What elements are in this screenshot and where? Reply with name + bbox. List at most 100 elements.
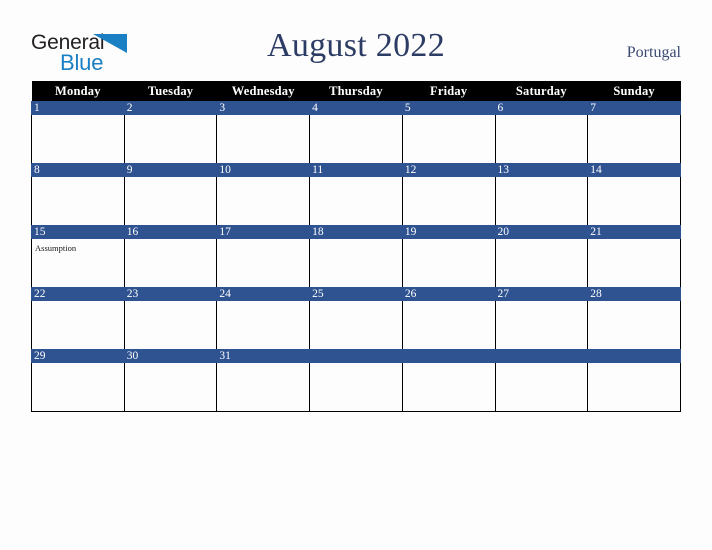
- calendar-day-cell[interactable]: 24: [216, 287, 311, 349]
- calendar-day-cell[interactable]: 15 Assumption: [31, 225, 125, 287]
- calendar-day-cell[interactable]: 20: [494, 225, 589, 287]
- day-number: [587, 349, 681, 363]
- day-number: 11: [309, 163, 403, 177]
- day-event-list: [496, 177, 588, 181]
- day-number: 8: [31, 163, 125, 177]
- day-event-list: [310, 177, 402, 181]
- day-number: 17: [216, 225, 311, 239]
- calendar-day-cell[interactable]: 19: [401, 225, 496, 287]
- calendar-day-cell[interactable]: 25: [309, 287, 403, 349]
- day-number: 31: [216, 349, 311, 363]
- day-event-list: [217, 363, 309, 367]
- calendar-day-cell[interactable]: 27: [494, 287, 589, 349]
- calendar-day-cell[interactable]: 16: [123, 225, 218, 287]
- day-event-list: [403, 301, 495, 305]
- calendar-day-cell[interactable]: 21: [587, 225, 681, 287]
- day-event-list: [32, 301, 124, 305]
- day-event-list: [32, 363, 124, 367]
- calendar-day-cell[interactable]: 31: [216, 349, 311, 412]
- calendar-empty-cell[interactable]: [401, 349, 496, 412]
- calendar-empty-cell[interactable]: [587, 349, 681, 412]
- weekday-header-wednesday: Wednesday: [216, 81, 310, 101]
- day-event-list: [496, 301, 588, 305]
- day-event-list: [310, 115, 402, 119]
- day-number: 16: [123, 225, 218, 239]
- day-number: 30: [123, 349, 218, 363]
- day-number: 12: [401, 163, 496, 177]
- weekday-header-sunday: Sunday: [587, 81, 681, 101]
- calendar-day-cell[interactable]: 1: [31, 101, 125, 163]
- day-number: 10: [216, 163, 311, 177]
- country-label: Portugal: [626, 44, 681, 61]
- calendar-day-cell[interactable]: 29: [31, 349, 125, 412]
- day-event-list: [496, 239, 588, 243]
- day-event-list: [125, 301, 217, 305]
- calendar-day-cell[interactable]: 4: [309, 101, 403, 163]
- day-event-list: Assumption: [32, 239, 124, 253]
- weekday-header-monday: Monday: [31, 81, 125, 101]
- calendar-day-cell[interactable]: 7: [587, 101, 681, 163]
- calendar-day-cell[interactable]: 11: [309, 163, 403, 225]
- day-number: 20: [494, 225, 589, 239]
- day-event-list: [588, 239, 680, 243]
- weekday-header-thursday: Thursday: [309, 81, 403, 101]
- calendar-day-cell[interactable]: 23: [123, 287, 218, 349]
- calendar-week-row: 29 30 31: [31, 349, 681, 412]
- weekday-header-friday: Friday: [402, 81, 496, 101]
- day-event-list: [403, 239, 495, 243]
- calendar-day-cell[interactable]: 13: [494, 163, 589, 225]
- calendar-day-cell[interactable]: 5: [401, 101, 496, 163]
- calendar-day-cell[interactable]: 10: [216, 163, 311, 225]
- weekday-header-tuesday: Tuesday: [124, 81, 217, 101]
- calendar-day-cell[interactable]: 26: [401, 287, 496, 349]
- day-event-list: [588, 363, 680, 367]
- calendar-day-cell[interactable]: 17: [216, 225, 311, 287]
- day-event-list: [32, 177, 124, 181]
- calendar-day-cell[interactable]: 14: [587, 163, 681, 225]
- day-number: [494, 349, 589, 363]
- day-number: 15: [31, 225, 125, 239]
- day-number: 22: [31, 287, 125, 301]
- day-number: [401, 349, 496, 363]
- calendar-day-cell[interactable]: 12: [401, 163, 496, 225]
- day-number: 7: [587, 101, 681, 115]
- day-event-list: [310, 363, 402, 367]
- calendar-day-cell[interactable]: 8: [31, 163, 125, 225]
- day-event-list: [217, 177, 309, 181]
- page-title: August 2022: [266, 27, 446, 64]
- day-event-list: [32, 115, 124, 119]
- calendar-week-row: 1234567: [31, 101, 681, 163]
- day-number: 29: [31, 349, 125, 363]
- calendar-empty-cell[interactable]: [494, 349, 589, 412]
- calendar-day-cell[interactable]: 22: [31, 287, 125, 349]
- day-number: [309, 349, 403, 363]
- day-number: 1: [31, 101, 125, 115]
- weekday-header-saturday: Saturday: [495, 81, 588, 101]
- calendar-day-cell[interactable]: 6: [494, 101, 589, 163]
- day-event-list: [125, 239, 217, 243]
- day-number: 13: [494, 163, 589, 177]
- calendar-day-cell[interactable]: 3: [216, 101, 311, 163]
- day-number: 19: [401, 225, 496, 239]
- day-event-list: [125, 115, 217, 119]
- day-number: 3: [216, 101, 311, 115]
- day-event-list: [310, 239, 402, 243]
- day-event-list: [496, 115, 588, 119]
- day-number: 26: [401, 287, 496, 301]
- day-event-list: [217, 301, 309, 305]
- calendar-day-cell[interactable]: 2: [123, 101, 218, 163]
- calendar-empty-cell[interactable]: [309, 349, 403, 412]
- day-number: 23: [123, 287, 218, 301]
- day-number: 18: [309, 225, 403, 239]
- day-number: 5: [401, 101, 496, 115]
- calendar-body: 1 2 3 4 5 6 7 8 9 10 11 12 13 14 15 Assumption 16 17 18 19 2…: [31, 101, 681, 412]
- calendar-grid: Monday Tuesday Wednesday Thursday Friday Satu…: [31, 81, 681, 412]
- day-number: 24: [216, 287, 311, 301]
- calendar-day-cell[interactable]: 28: [587, 287, 681, 349]
- calendar-day-cell[interactable]: 30: [123, 349, 218, 412]
- calendar-day-cell[interactable]: 9: [123, 163, 218, 225]
- calendar-day-cell[interactable]: 18: [309, 225, 403, 287]
- day-event-list: [496, 363, 588, 367]
- day-event-list: [403, 363, 495, 367]
- day-number: 28: [587, 287, 681, 301]
